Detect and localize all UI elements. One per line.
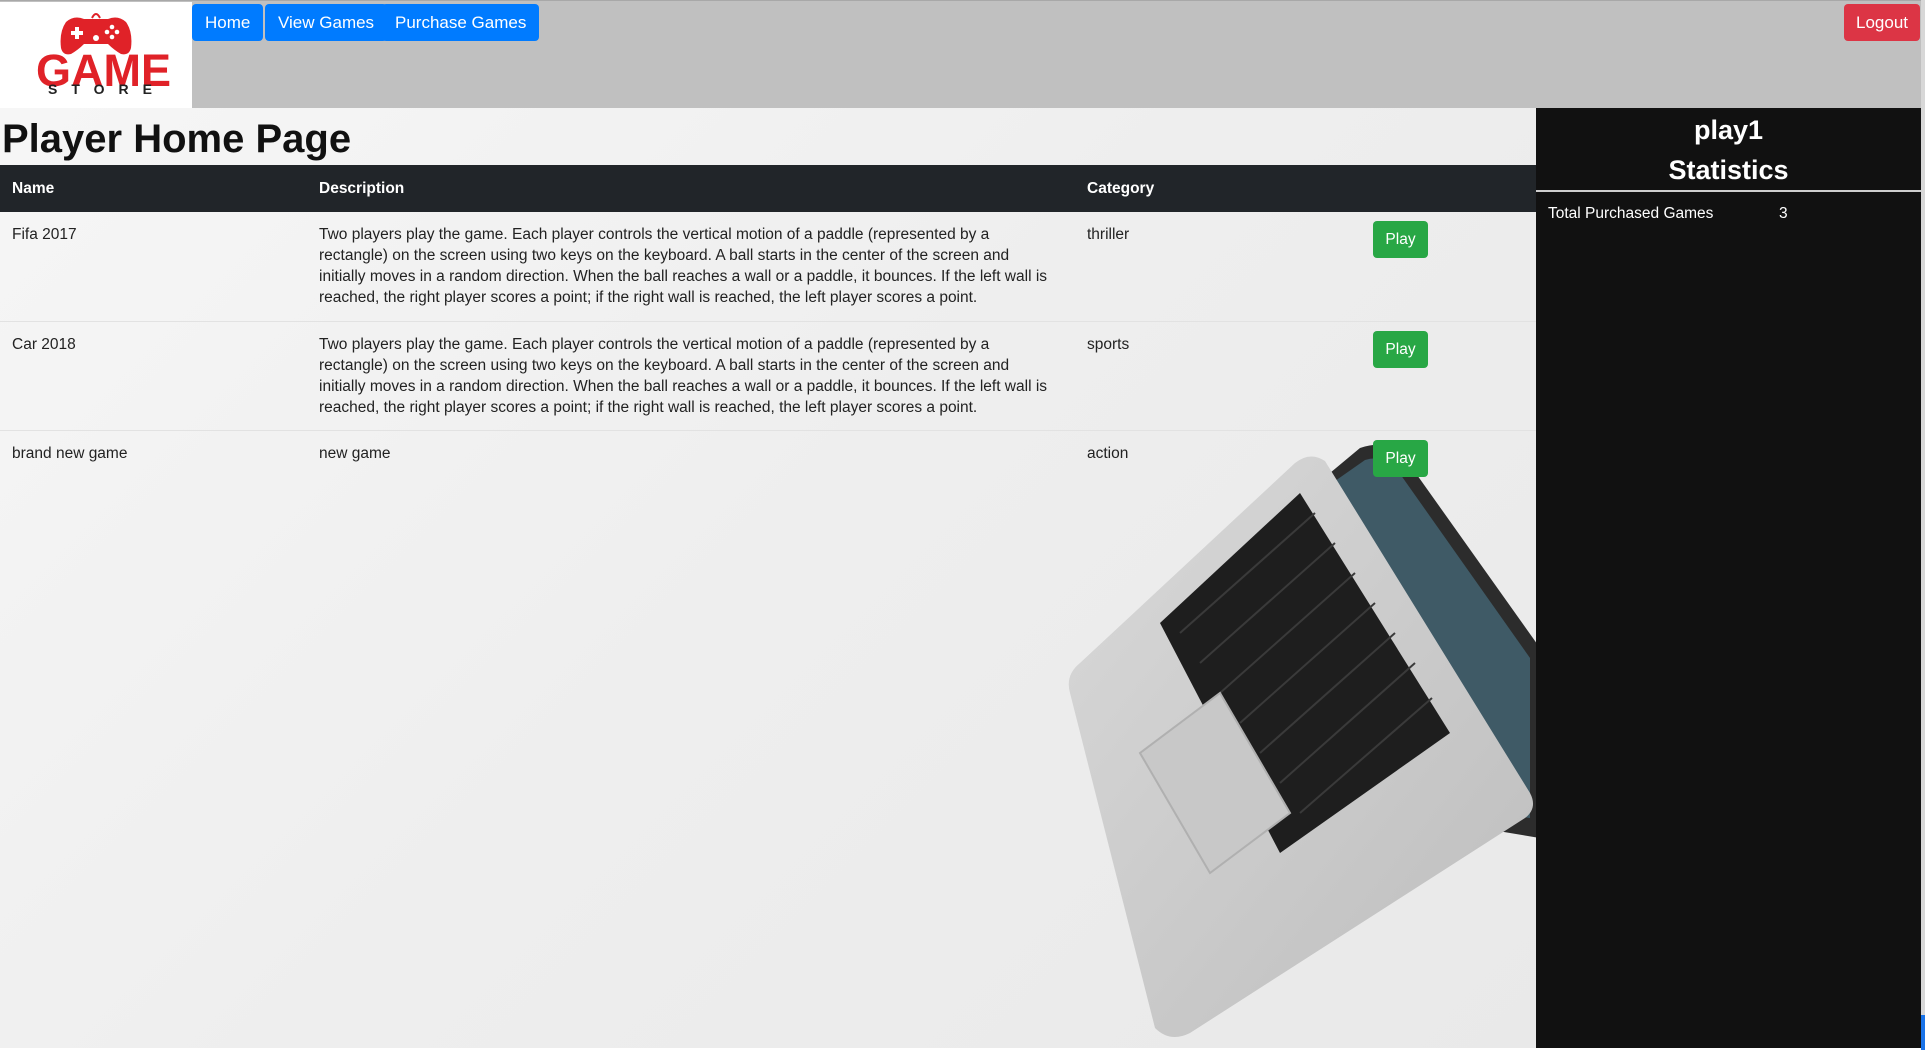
vertical-scrollbar[interactable] [1921,0,1925,1050]
table-row: brand new game new game action Play [0,430,1536,490]
logout-button[interactable]: Logout [1844,4,1920,41]
game-name-cell: brand new game [12,444,128,462]
nav-home-button[interactable]: Home [192,4,264,41]
game-action-cell: Play [1373,212,1536,322]
game-action-cell: Play [1373,430,1536,490]
column-header-action [1382,165,1536,212]
top-navbar: GAME STORE Home View Games Purchase Game… [0,0,1925,109]
table-row: Car 2018 Two players play the game. Each… [0,321,1536,431]
column-header-category: Category [1087,179,1155,197]
app-root: GAME STORE Home View Games Purchase Game… [0,0,1925,1050]
column-header-name: Name [12,179,55,197]
scrollbar-thumb[interactable] [1921,1015,1925,1050]
game-category-cell: sports [1075,321,1382,431]
stat-label-total-purchased: Total Purchased Games [1548,205,1714,222]
nav-view-games-button[interactable]: View Games [265,4,388,41]
game-description-cell: Two players play the game. Each player c… [307,212,1075,322]
page-title: Player Home Page [2,117,352,161]
statistics-sidebar: play1 Statistics Total Purchased Games 3 [1536,108,1921,1048]
game-name-cell: Fifa 2017 [0,212,307,322]
games-table: Name Description Category Fifa 2017 Two … [0,165,1536,490]
stat-value-total-purchased: 3 [1779,205,1788,222]
game-category-cell: thriller [1075,212,1382,322]
table-row: Fifa 2017 Two players play the game. Eac… [0,212,1536,322]
main-content: Player Home Page Name Description Catego… [0,108,1536,1048]
game-description-cell: new game [319,444,391,462]
sidebar-divider [1536,190,1921,192]
play-button[interactable]: Play [1373,439,1428,477]
game-store-logo[interactable]: GAME STORE [0,2,192,109]
sidebar-heading: Statistics [1668,155,1789,185]
play-button[interactable]: Play [1373,330,1428,368]
game-category-cell: action [1087,444,1129,462]
nav-purchase-games-button[interactable]: Purchase Games [382,4,540,41]
table-header-row: Name Description Category [0,165,1536,212]
logo-text-store: STORE [48,81,166,97]
game-action-cell: Play [1373,321,1536,431]
game-name-cell: Car 2018 [0,321,307,431]
column-header-description: Description [319,179,405,197]
sidebar-username: play1 [1693,115,1764,145]
game-description-cell: Two players play the game. Each player c… [307,321,1075,431]
play-button[interactable]: Play [1373,221,1428,258]
